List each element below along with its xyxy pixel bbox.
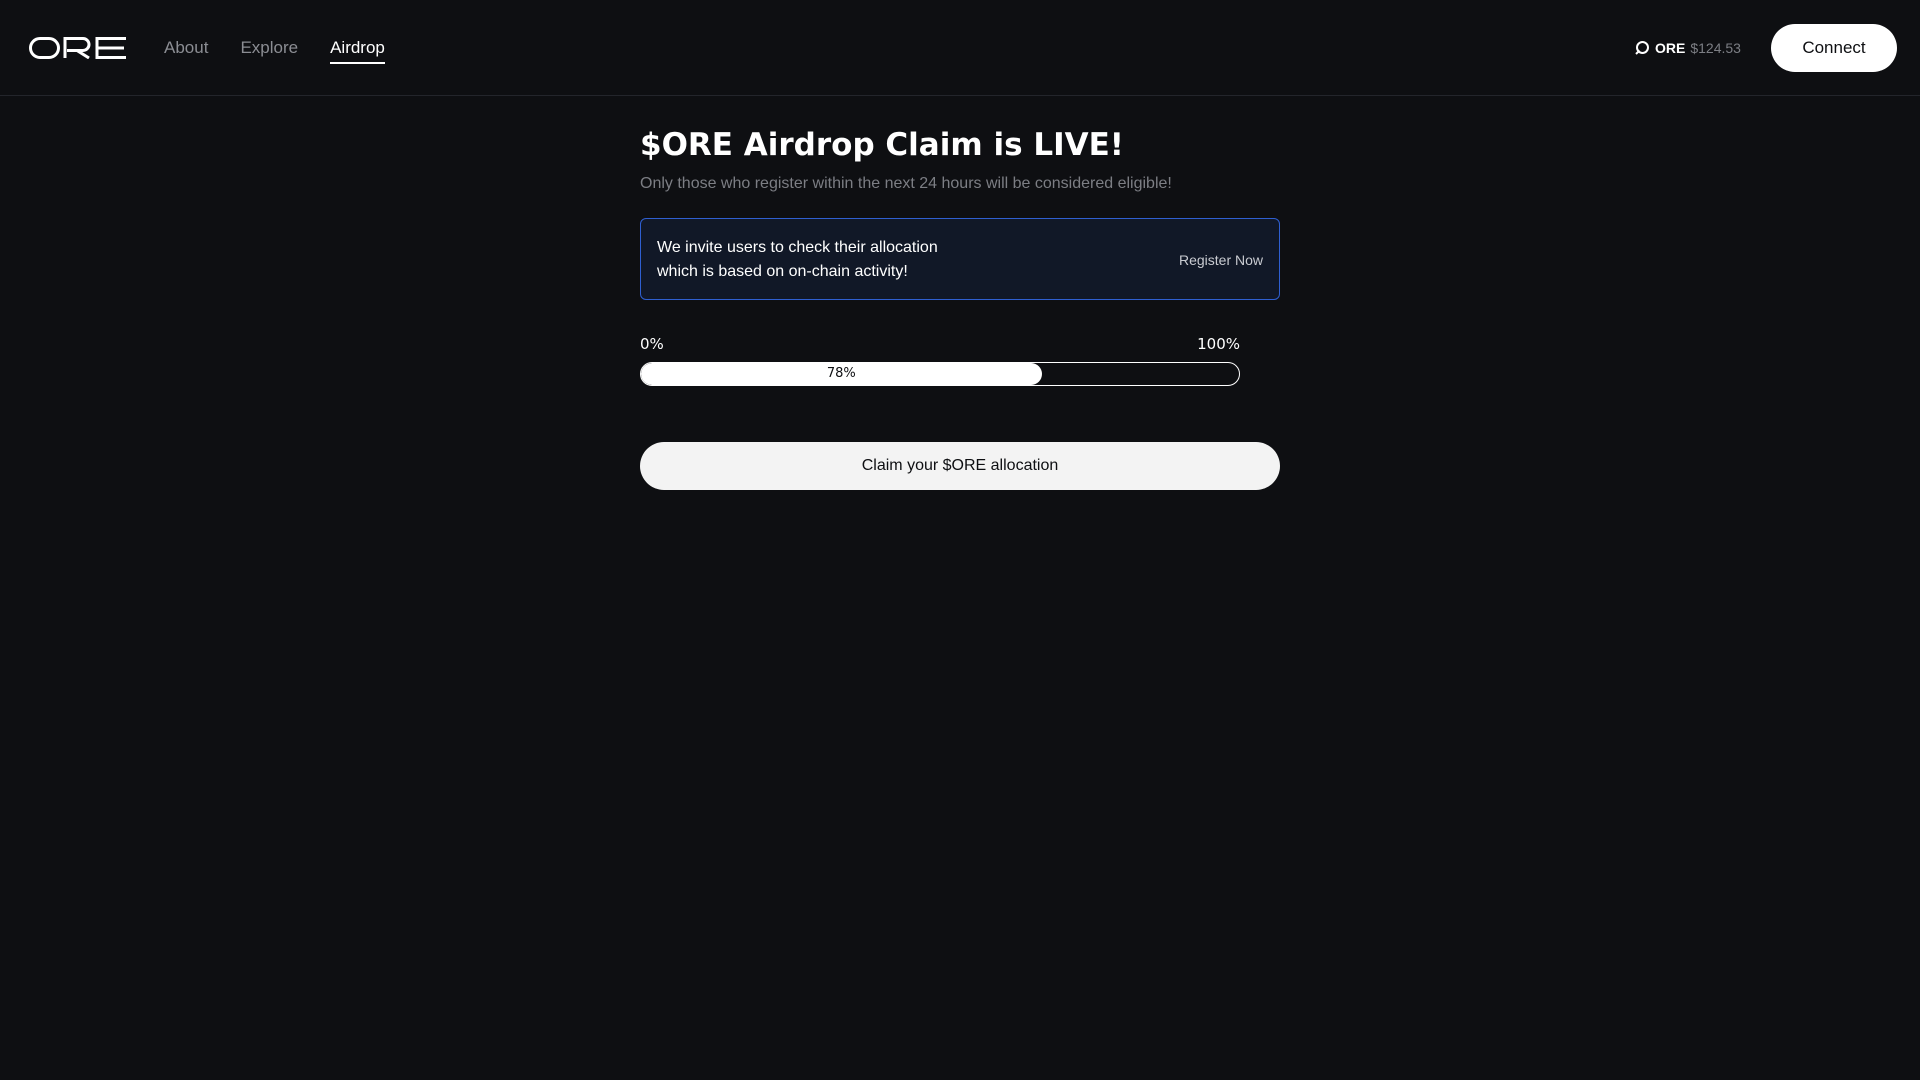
progress-value-label: 78%	[826, 366, 856, 381]
progress-max-label: 100%	[1197, 335, 1240, 353]
notice-line-1: We invite users to check their allocatio…	[657, 239, 938, 256]
allocation-notice: We invite users to check their allocatio…	[640, 218, 1280, 300]
ore-logo[interactable]	[29, 37, 127, 59]
nav-about[interactable]: About	[164, 36, 208, 64]
nav-explore[interactable]: Explore	[240, 36, 298, 64]
price-symbol: ORE	[1655, 40, 1686, 56]
nav-airdrop[interactable]: Airdrop	[330, 36, 385, 64]
page-subtitle: Only those who register within the next …	[640, 175, 1172, 192]
notice-text: We invite users to check their allocatio…	[657, 236, 957, 284]
main-nav: About Explore Airdrop	[164, 36, 385, 64]
register-now-link[interactable]: Register Now	[1179, 250, 1263, 270]
connect-button[interactable]: Connect	[1771, 24, 1897, 72]
airdrop-main: $ORE Airdrop Claim is LIVE! Only those w…	[640, 124, 1280, 490]
progress-min-label: 0%	[640, 335, 664, 353]
notice-line-2: which is based on on-chain activity!	[657, 263, 908, 280]
ore-price: ORE $124.53	[1634, 38, 1741, 58]
progress-bar: 78%	[640, 362, 1240, 386]
top-bar: About Explore Airdrop ORE $124.53 Connec…	[0, 0, 1920, 96]
ore-coin-icon	[1635, 41, 1649, 55]
price-value: $124.53	[1690, 40, 1741, 56]
progress-labels: 0% 100%	[640, 334, 1240, 354]
claim-allocation-button[interactable]: Claim your $ORE allocation	[640, 442, 1280, 490]
page-title: $ORE Airdrop Claim is LIVE!	[640, 127, 1124, 163]
